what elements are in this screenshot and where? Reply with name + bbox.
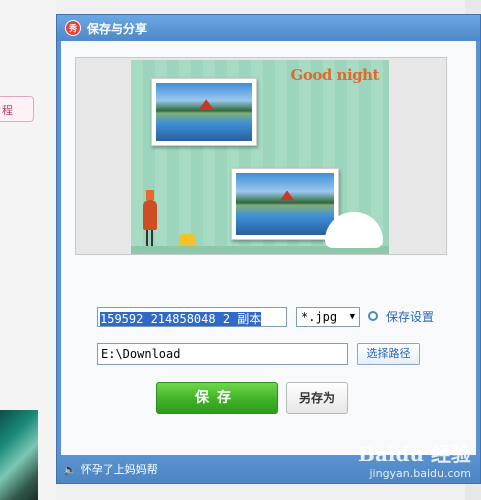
- save-share-dialog: 秀 保存与分享 Good night 159592 214858048 2 副本…: [56, 14, 481, 484]
- save-path-input[interactable]: E:\Download: [97, 343, 348, 365]
- choose-path-button[interactable]: 选择路径: [357, 343, 420, 365]
- cake-illustration: [179, 234, 195, 246]
- dialog-titlebar[interactable]: 秀 保存与分享: [57, 15, 480, 41]
- save-settings-link[interactable]: 保存设置: [386, 308, 434, 325]
- chevron-down-icon: ▼: [349, 312, 355, 322]
- baidu-watermark: Baidu 经验 jingyan.baidu.com: [358, 438, 471, 480]
- settings-gear-icon[interactable]: [368, 311, 378, 321]
- image-preview: Good night: [75, 57, 447, 255]
- speaker-icon: 🔈: [63, 462, 77, 476]
- goodnight-text: Good night: [290, 66, 380, 84]
- file-type-value: *.jpg: [301, 310, 338, 324]
- app-logo-icon: 秀: [65, 20, 81, 36]
- dialog-content: Good night 159592 214858048 2 副本 *.jpg ▼…: [61, 41, 476, 455]
- photo-frame-top: [151, 78, 257, 146]
- background-thumbnail: [0, 410, 38, 500]
- save-as-button[interactable]: 另存为: [286, 382, 348, 414]
- save-button[interactable]: 保存: [156, 382, 278, 414]
- filename-input[interactable]: 159592 214858048 2 副本: [97, 307, 287, 327]
- status-message[interactable]: 怀孕了上妈妈帮: [81, 461, 158, 477]
- background-tab[interactable]: 程: [0, 96, 34, 122]
- watermark-url: jingyan.baidu.com: [369, 467, 471, 480]
- dialog-title: 保存与分享: [87, 21, 148, 36]
- file-type-select[interactable]: *.jpg ▼: [296, 307, 360, 327]
- watermark-logo: Baidu 经验: [358, 442, 471, 466]
- photo-frame-bottom: [231, 168, 339, 240]
- preview-canvas: Good night: [131, 60, 389, 254]
- character-illustration: [143, 190, 157, 246]
